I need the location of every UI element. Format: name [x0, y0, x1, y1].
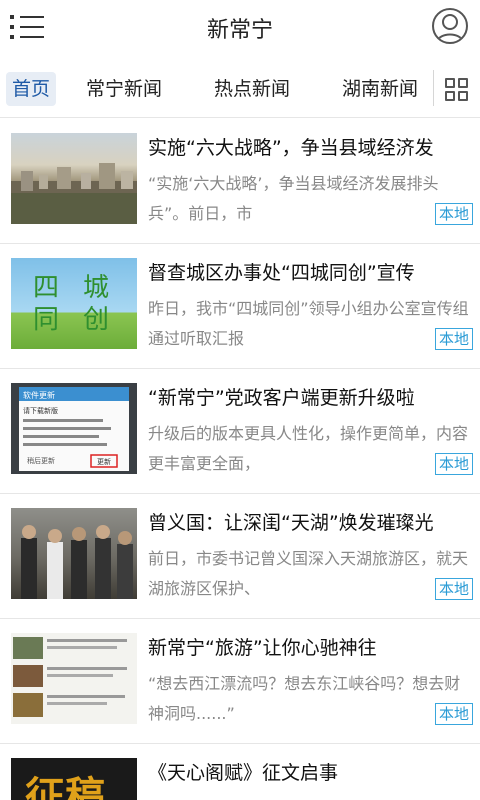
local-tag: 本地: [434, 578, 473, 600]
app-title: 新常宁: [206, 18, 273, 43]
user-avatar-icon[interactable]: [432, 8, 468, 44]
local-tag: 本地: [434, 703, 473, 725]
thumb-text: 征稿: [25, 774, 105, 800]
grid-icon[interactable]: [445, 78, 469, 102]
thumb-text: 同: [33, 305, 59, 335]
news-item[interactable]: 四 城 同 创 督查城区办事处“四城同创”宣传 昨日，我市“四城同创”领导小组办…: [0, 244, 480, 369]
news-thumbnail-tourism: [11, 633, 137, 724]
news-title: 《天心阁赋》征文启事: [148, 762, 339, 784]
news-summary: “实施‘六大战略’，争当县域经济发展排头兵”。前日，市: [148, 174, 439, 223]
news-title: 督查城区办事处“四城同创”宣传: [148, 262, 415, 284]
thumb-text: 城: [83, 273, 109, 303]
tab-changning-news[interactable]: 常宁新闻: [86, 72, 162, 106]
tabs-divider: [433, 70, 434, 106]
tab-hunan-news[interactable]: 湖南新闻: [342, 72, 418, 106]
category-tabs: 首页 常宁新闻 热点新闻 湖南新闻: [0, 58, 480, 118]
news-title: “新常宁”党政客户端更新升级啦: [148, 387, 415, 409]
thumb-text: 软件更新: [23, 390, 55, 400]
thumb-text: 更新: [97, 457, 111, 466]
local-tag: 本地: [434, 203, 473, 225]
news-thumbnail-call-for-papers: 征稿: [11, 758, 137, 800]
news-thumbnail-city: [11, 133, 137, 224]
news-item[interactable]: 实施“六大战略”，争当县域经济发 “实施‘六大战略’，争当县域经济发展排头兵”。…: [0, 119, 480, 244]
news-thumbnail-officials: [11, 508, 137, 599]
news-summary: 昨日，我市“四城同创”领导小组办公室宣传组通过听取汇报: [148, 299, 469, 348]
app-header: 新常宁: [0, 0, 480, 58]
thumb-text: 创: [83, 305, 109, 335]
news-item[interactable]: 新常宁“旅游”让你心驰神往 “想去西江漂流吗？想去东江峡谷吗？想去财神洞吗...…: [0, 619, 480, 744]
news-title: 实施“六大战略”，争当县域经济发: [148, 137, 434, 159]
thumb-text: 请下载新版: [23, 406, 58, 415]
news-summary: 升级后的版本更具人性化，操作更简单，内容更丰富更全面，: [148, 424, 469, 473]
news-item[interactable]: 软件更新 请下载新版 稍后更新 更新 “新常宁”党政客户端更新升级啦 升级后的版…: [0, 369, 480, 494]
local-tag: 本地: [434, 453, 473, 475]
news-item[interactable]: 曾义国：让深闺“天湖”焕发璀璨光 前日，市委书记曾义国深入天湖旅游区，就天湖旅游…: [0, 494, 480, 619]
news-thumbnail-four-cities: 四 城 同 创: [11, 258, 137, 349]
tab-home[interactable]: 首页: [6, 72, 57, 106]
local-tag: 本地: [434, 328, 473, 350]
news-summary: “想去西江漂流吗？想去东江峡谷吗？想去财神洞吗......”: [148, 674, 461, 723]
tab-hot-news[interactable]: 热点新闻: [214, 72, 290, 106]
news-title: 曾义国：让深闺“天湖”焕发璀璨光: [148, 512, 434, 534]
thumb-text: 四: [33, 273, 59, 303]
thumb-text: 稍后更新: [27, 456, 55, 465]
news-summary: 前日，市委书记曾义国深入天湖旅游区，就天湖旅游区保护、: [148, 549, 469, 598]
news-item[interactable]: 征稿 《天心阁赋》征文启事: [0, 744, 480, 800]
news-title: 新常宁“旅游”让你心驰神往: [148, 637, 377, 659]
news-thumbnail-app-update: 软件更新 请下载新版 稍后更新 更新: [11, 383, 137, 474]
